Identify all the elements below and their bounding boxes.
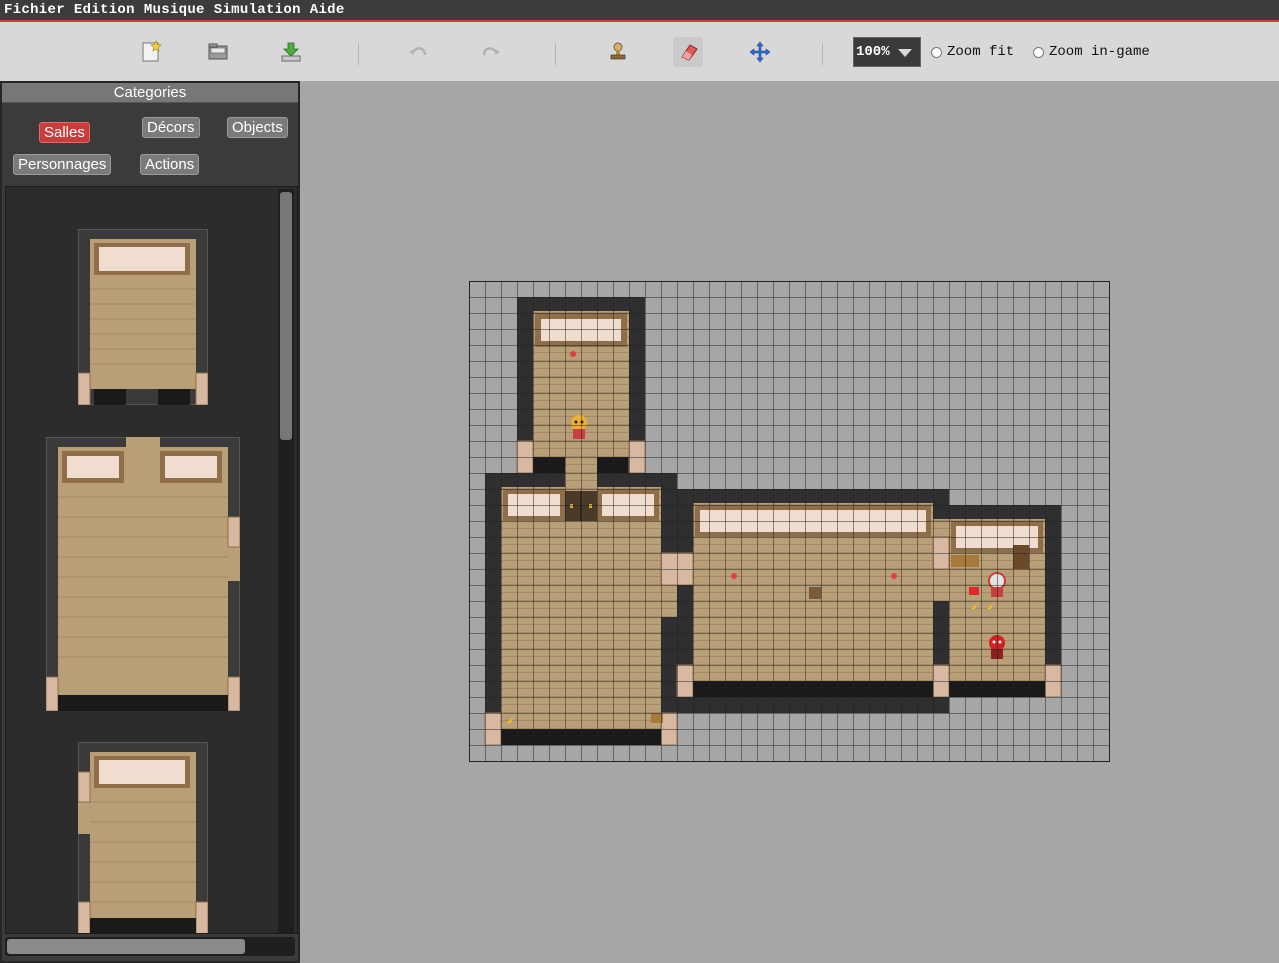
categories-panel: Categories Salles Décors Objects Personn… bbox=[0, 81, 300, 963]
move-tool-button[interactable] bbox=[745, 37, 775, 67]
toolbar: 100% Zoom fit Zoom in-game bbox=[0, 22, 1279, 81]
room-thumbnail[interactable] bbox=[46, 437, 240, 711]
chevron-down-icon bbox=[898, 49, 912, 57]
category-objects-button[interactable]: Objects bbox=[227, 117, 288, 138]
menu-edition[interactable]: Edition bbox=[74, 2, 135, 18]
zoom-select[interactable]: 100% bbox=[853, 37, 921, 67]
redo-button[interactable] bbox=[476, 37, 506, 67]
menu-musique[interactable]: Musique bbox=[144, 2, 205, 18]
move-arrows-icon bbox=[749, 41, 771, 63]
new-document-icon bbox=[142, 40, 162, 62]
new-map-button[interactable] bbox=[136, 37, 166, 67]
zoom-value: 100% bbox=[856, 44, 890, 60]
room-thumbnail[interactable] bbox=[78, 742, 208, 934]
category-personnages-button[interactable]: Personnages bbox=[13, 154, 112, 175]
category-actions-button[interactable]: Actions bbox=[140, 154, 200, 175]
categories-header: Categories bbox=[2, 83, 298, 103]
vertical-scrollbar-thumb[interactable] bbox=[280, 192, 292, 440]
horizontal-scrollbar[interactable] bbox=[5, 937, 295, 956]
save-button[interactable] bbox=[276, 37, 306, 67]
zoom-ingame-label: Zoom in-game bbox=[1049, 44, 1150, 60]
category-salles-button[interactable]: Salles bbox=[39, 122, 90, 143]
category-decors-button[interactable]: Décors bbox=[142, 117, 200, 138]
menu-fichier[interactable]: Fichier bbox=[4, 2, 65, 18]
room-thumbnail[interactable] bbox=[78, 229, 208, 405]
horizontal-scrollbar-thumb[interactable] bbox=[7, 939, 245, 954]
zoom-fit-label: Zoom fit bbox=[947, 44, 1015, 60]
toolbar-separator bbox=[822, 43, 823, 65]
room-thumbnail-list[interactable] bbox=[5, 186, 298, 934]
undo-arrow-icon bbox=[409, 47, 427, 56]
undo-button[interactable] bbox=[403, 37, 433, 67]
map-grid[interactable] bbox=[469, 281, 1110, 762]
toolbar-separator bbox=[358, 43, 359, 65]
toolbar-separator bbox=[555, 43, 556, 65]
eraser-tool-button[interactable] bbox=[673, 37, 703, 67]
menu-aide[interactable]: Aide bbox=[310, 2, 345, 18]
zoom-fit-option[interactable]: Zoom fit bbox=[931, 44, 1014, 60]
zoom-ingame-radio[interactable] bbox=[1033, 46, 1044, 58]
zoom-fit-radio[interactable] bbox=[931, 46, 942, 58]
menu-bar: Fichier Edition Musique Simulation Aide bbox=[0, 0, 1279, 22]
folder-icon bbox=[208, 43, 228, 60]
download-arrow-icon bbox=[281, 42, 301, 62]
redo-arrow-icon bbox=[482, 47, 500, 56]
zoom-ingame-option[interactable]: Zoom in-game bbox=[1033, 44, 1150, 60]
stamp-tool-button[interactable] bbox=[603, 37, 633, 67]
editor-window: Fichier Edition Musique Simulation Aide bbox=[0, 0, 1279, 963]
vertical-scrollbar[interactable] bbox=[278, 189, 294, 933]
eraser-icon bbox=[681, 44, 698, 61]
menu-simulation[interactable]: Simulation bbox=[214, 2, 301, 18]
open-button[interactable] bbox=[203, 37, 233, 67]
stamp-icon bbox=[610, 42, 626, 60]
